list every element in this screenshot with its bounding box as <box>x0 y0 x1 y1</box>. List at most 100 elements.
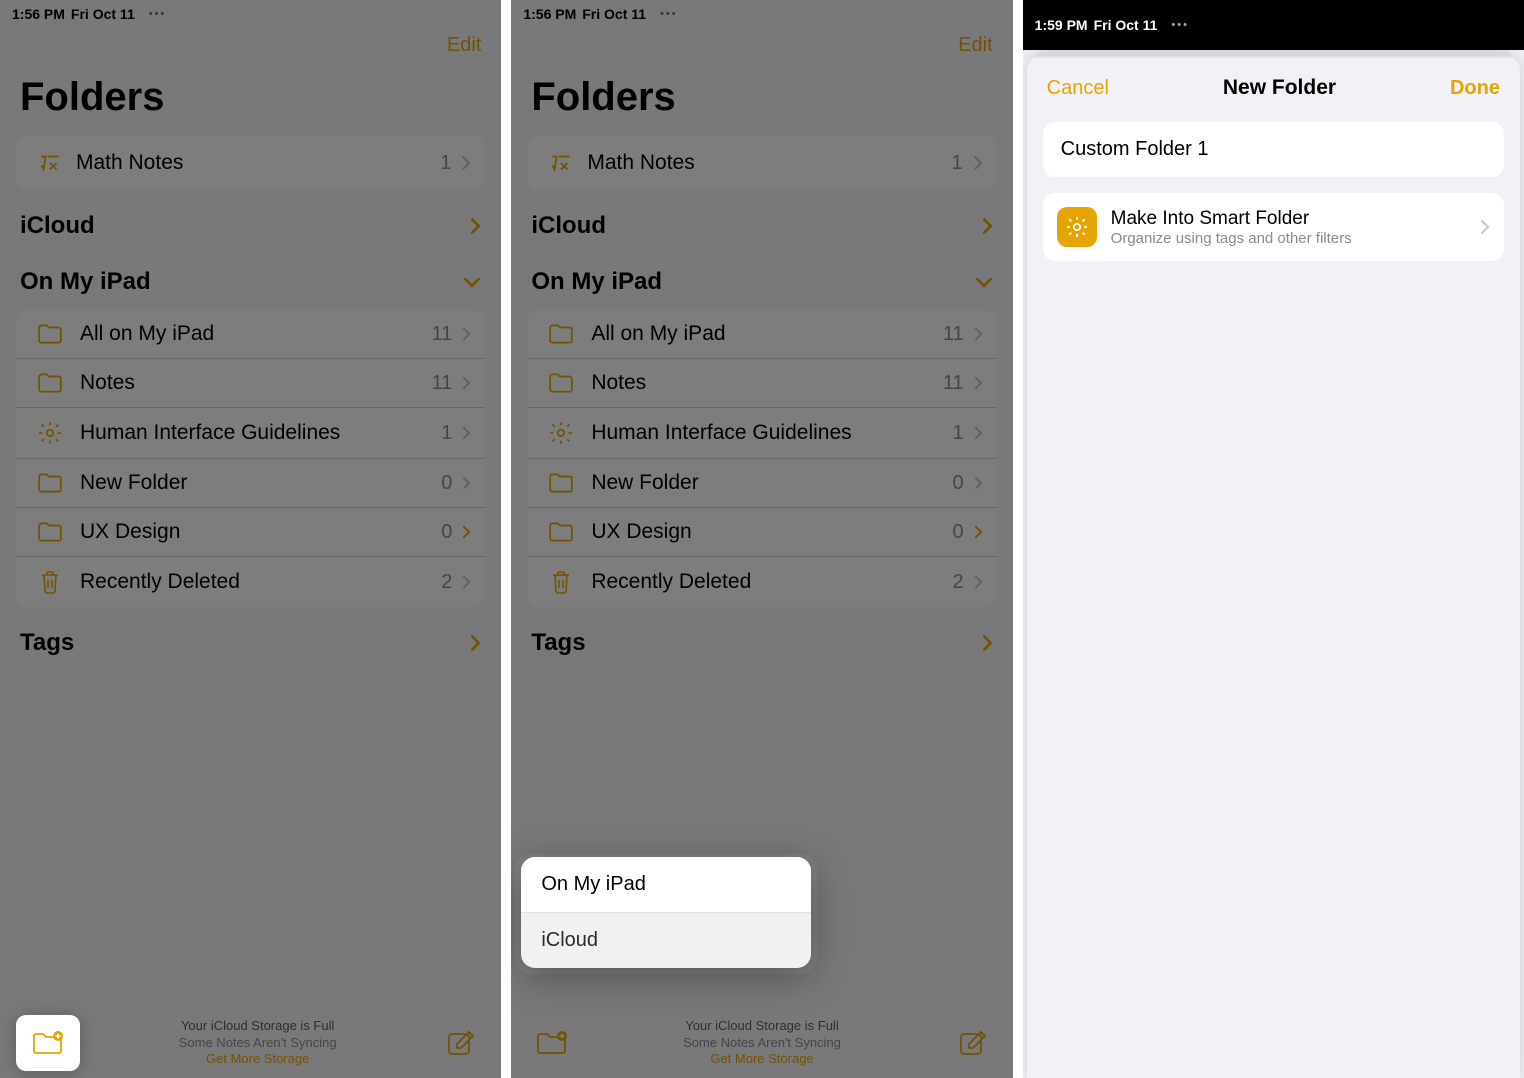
chevron-right-icon <box>973 155 983 171</box>
tags-section[interactable]: Tags <box>0 611 501 667</box>
status-date: Fri Oct 11 <box>71 6 135 22</box>
smart-folder-row[interactable]: Make Into Smart Folder Organize using ta… <box>1043 193 1504 261</box>
chevron-right-icon <box>462 327 471 341</box>
folder-name-input[interactable] <box>1061 138 1486 161</box>
folder-label: UX Design <box>581 520 952 544</box>
modal-header: Cancel New Folder Done <box>1027 56 1520 114</box>
folder-count: 11 <box>432 372 453 395</box>
get-storage-link[interactable]: Get More Storage <box>80 1051 435 1068</box>
tags-section[interactable]: Tags <box>511 611 1012 667</box>
trash-icon <box>30 569 70 595</box>
popup-option-icloud[interactable]: iCloud <box>521 913 811 968</box>
page-title: Folders <box>511 57 1012 132</box>
status-time: 1:56 PM <box>523 6 576 22</box>
folder-row-newfolder[interactable]: New Folder 0 <box>16 459 485 508</box>
new-folder-button[interactable] <box>527 1029 577 1057</box>
math-notes-row[interactable]: Math Notes 1 <box>527 136 996 190</box>
folder-name-field[interactable] <box>1043 122 1504 177</box>
screenshot-panel-2: 1:56 PM Fri Oct 11 ••• Edit Folders Math… <box>511 0 1012 1078</box>
modal-title: New Folder <box>1223 76 1336 100</box>
folder-row-notes[interactable]: Notes 11 <box>527 359 996 408</box>
chevron-right-icon <box>470 634 481 652</box>
storage-line1: Your iCloud Storage is Full <box>80 1018 435 1035</box>
smart-text: Make Into Smart Folder Organize using ta… <box>1111 208 1466 247</box>
edit-button[interactable]: Edit <box>958 34 992 56</box>
new-folder-button[interactable] <box>16 1015 80 1071</box>
folder-label: Notes <box>70 371 432 395</box>
chevron-right-icon <box>462 525 471 539</box>
folder-row-ux[interactable]: UX Design 0 <box>527 508 996 557</box>
folder-row-deleted[interactable]: Recently Deleted 2 <box>16 557 485 607</box>
math-label: Math Notes <box>70 151 440 175</box>
folder-row-hig[interactable]: Human Interface Guidelines 1 <box>527 408 996 459</box>
status-date: Fri Oct 11 <box>1094 17 1158 33</box>
status-bar: 1:56 PM Fri Oct 11 ••• <box>511 0 1012 24</box>
onmyipad-section[interactable]: On My iPad <box>511 250 1012 306</box>
status-date: Fri Oct 11 <box>582 6 646 22</box>
edit-button[interactable]: Edit <box>447 34 481 56</box>
folder-label: Recently Deleted <box>70 570 441 594</box>
folder-icon <box>541 472 581 494</box>
status-time: 1:59 PM <box>1035 17 1088 33</box>
math-notes-row[interactable]: Math Notes 1 <box>16 136 485 190</box>
smart-subtitle: Organize using tags and other filters <box>1111 230 1466 247</box>
folder-row-deleted[interactable]: Recently Deleted 2 <box>527 557 996 607</box>
footer: Your iCloud Storage is Full Some Notes A… <box>0 1008 501 1078</box>
chevron-right-icon <box>974 376 983 390</box>
chevron-right-icon <box>974 426 983 440</box>
folder-row-ux[interactable]: UX Design 0 <box>16 508 485 557</box>
chevron-right-icon <box>462 575 471 589</box>
folder-count: 1 <box>953 422 964 445</box>
gear-icon <box>541 420 581 446</box>
compose-button[interactable] <box>435 1028 485 1058</box>
icloud-section[interactable]: iCloud <box>511 194 1012 250</box>
folder-count: 2 <box>953 571 964 594</box>
tags-label: Tags <box>20 629 74 657</box>
chevron-down-icon <box>463 277 481 288</box>
math-count: 1 <box>952 152 963 175</box>
popup-option-onmyipad[interactable]: On My iPad <box>521 857 811 913</box>
chevron-right-icon <box>462 376 471 390</box>
folder-row-notes[interactable]: Notes 11 <box>16 359 485 408</box>
chevron-right-icon <box>1480 219 1490 235</box>
storage-message: Your iCloud Storage is Full Some Notes A… <box>577 1018 946 1069</box>
folder-count: 0 <box>953 472 964 495</box>
folder-row-all[interactable]: All on My iPad 11 <box>527 310 996 359</box>
folder-list: All on My iPad 11 Notes 11 Human Interfa… <box>527 310 996 607</box>
icloud-label: iCloud <box>20 212 95 240</box>
onmyipad-section[interactable]: On My iPad <box>0 250 501 306</box>
smart-title: Make Into Smart Folder <box>1111 208 1466 230</box>
icloud-section[interactable]: iCloud <box>0 194 501 250</box>
folder-row-all[interactable]: All on My iPad 11 <box>16 310 485 359</box>
folder-row-hig[interactable]: Human Interface Guidelines 1 <box>16 408 485 459</box>
folder-row-newfolder[interactable]: New Folder 0 <box>527 459 996 508</box>
storage-line1: Your iCloud Storage is Full <box>577 1018 946 1035</box>
folder-icon <box>541 323 581 345</box>
folder-label: Recently Deleted <box>581 570 952 594</box>
math-count: 1 <box>440 152 451 175</box>
chevron-right-icon <box>470 217 481 235</box>
cancel-button[interactable]: Cancel <box>1047 77 1109 100</box>
folder-count: 1 <box>441 422 452 445</box>
chevron-right-icon <box>974 525 983 539</box>
storage-message: Your iCloud Storage is Full Some Notes A… <box>80 1018 435 1069</box>
gear-icon <box>30 420 70 446</box>
get-storage-link[interactable]: Get More Storage <box>577 1051 946 1068</box>
more-dots-icon: ••• <box>1171 19 1189 31</box>
folder-icon <box>541 521 581 543</box>
math-label: Math Notes <box>581 151 951 175</box>
folder-icon <box>30 323 70 345</box>
folder-label: Human Interface Guidelines <box>581 421 952 445</box>
compose-button[interactable] <box>947 1028 997 1058</box>
folder-label: New Folder <box>581 471 952 495</box>
more-dots-icon: ••• <box>660 8 678 20</box>
chevron-right-icon <box>461 155 471 171</box>
folder-icon <box>541 372 581 394</box>
status-bar: 1:56 PM Fri Oct 11 ••• <box>0 0 501 24</box>
tags-label: Tags <box>531 629 585 657</box>
folder-icon <box>30 472 70 494</box>
trash-icon <box>541 569 581 595</box>
icloud-label: iCloud <box>531 212 606 240</box>
done-button[interactable]: Done <box>1450 77 1500 100</box>
footer: Your iCloud Storage is Full Some Notes A… <box>511 1008 1012 1078</box>
